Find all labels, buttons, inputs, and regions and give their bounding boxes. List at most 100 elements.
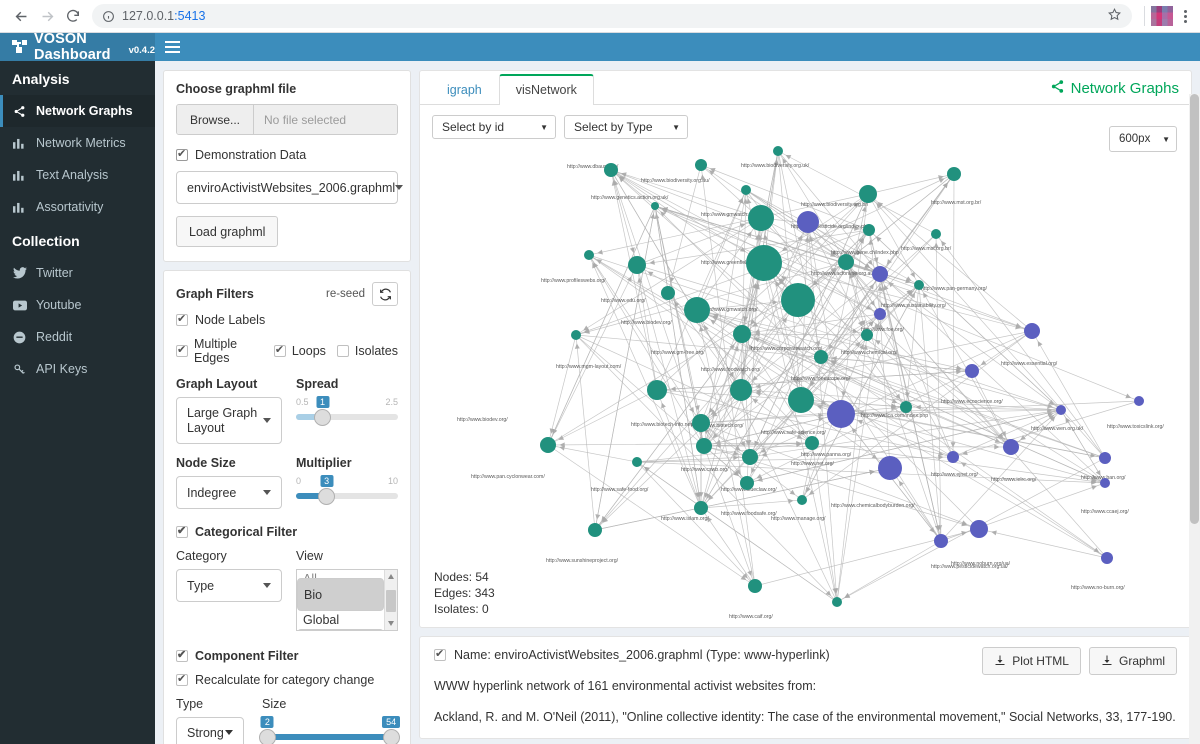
demo-file-select[interactable]: enviroActivistWebsites_2006.graphml	[176, 171, 404, 204]
component-filter-checkbox[interactable]	[176, 648, 188, 662]
network-node[interactable]	[628, 256, 646, 274]
network-node[interactable]	[1101, 552, 1113, 564]
network-node[interactable]	[947, 167, 961, 181]
network-node[interactable]	[694, 501, 708, 515]
component-size-range[interactable]: 2 54	[258, 716, 401, 744]
network-node[interactable]	[1099, 452, 1111, 464]
network-node[interactable]	[741, 185, 751, 195]
network-node[interactable]	[684, 297, 710, 323]
browse-button[interactable]: Browse...	[177, 105, 255, 134]
network-node[interactable]	[900, 401, 912, 413]
network-node[interactable]	[651, 202, 659, 210]
network-node[interactable]	[773, 146, 783, 156]
tab-igraph[interactable]: igraph	[430, 75, 499, 105]
network-node[interactable]	[588, 523, 602, 537]
network-node[interactable]	[1056, 405, 1066, 415]
network-graph-svg[interactable]: http://www.dbaust.org/http://www.genetic…	[421, 106, 1190, 626]
brand-logo-area[interactable]: VOSON Dashboard v0.4.2	[0, 31, 155, 63]
network-node[interactable]	[872, 266, 888, 282]
isolates-checkbox[interactable]	[336, 345, 349, 357]
view-option-global[interactable]: Global	[297, 611, 384, 629]
network-node[interactable]	[1134, 396, 1144, 406]
network-node[interactable]	[970, 520, 988, 538]
categorical-filter-checkbox[interactable]	[176, 524, 188, 538]
category-select[interactable]: Type	[176, 569, 282, 602]
forward-button[interactable]	[34, 3, 60, 29]
star-icon[interactable]	[1107, 7, 1122, 25]
view-option-all[interactable]: All	[297, 570, 384, 578]
network-node[interactable]	[584, 250, 594, 260]
kebab-menu-icon[interactable]	[1179, 9, 1192, 23]
network-node[interactable]	[838, 254, 854, 270]
demonstration-data-checkbox[interactable]	[176, 147, 188, 161]
spread-knob[interactable]	[314, 408, 332, 426]
loops-checkbox[interactable]	[273, 343, 286, 357]
view-scrollbar[interactable]	[384, 570, 397, 630]
load-graphml-button[interactable]: Load graphml	[176, 216, 279, 247]
scroll-down-icon[interactable]	[388, 621, 394, 626]
node-labels-checkbox[interactable]	[176, 312, 188, 326]
loops-group[interactable]: Loops	[273, 343, 326, 358]
network-node[interactable]	[696, 438, 712, 454]
component-size-track[interactable]	[258, 728, 400, 744]
sidebar-item-reddit[interactable]: Reddit	[0, 321, 155, 353]
multiplier-slider[interactable]: 0 10 3	[296, 475, 398, 505]
network-node[interactable]	[740, 476, 754, 490]
sidebar-item-youtube[interactable]: Youtube	[0, 289, 155, 321]
avatar[interactable]	[1151, 6, 1173, 26]
network-node[interactable]	[832, 597, 842, 607]
node-labels-row[interactable]: Node Labels	[176, 312, 398, 327]
network-node[interactable]	[861, 329, 873, 341]
multiple-edges-group[interactable]: Multiple Edges	[176, 337, 263, 365]
network-node[interactable]	[874, 308, 886, 320]
network-node[interactable]	[733, 325, 751, 343]
plot-html-button[interactable]: Plot HTML	[982, 647, 1081, 675]
network-node[interactable]	[827, 400, 855, 428]
multiplier-knob[interactable]	[318, 487, 336, 505]
recalculate-row[interactable]: Recalculate for category change	[176, 672, 398, 687]
network-node[interactable]	[1003, 439, 1019, 455]
sidebar-item-network-graphs[interactable]: Network Graphs	[0, 95, 155, 127]
select-by-id[interactable]: Select by id ▼	[432, 115, 556, 139]
scroll-thumb[interactable]	[386, 590, 396, 612]
network-node[interactable]	[742, 449, 758, 465]
network-node[interactable]	[1024, 323, 1040, 339]
network-node[interactable]	[797, 211, 819, 233]
info-checkbox[interactable]	[434, 647, 446, 661]
sidebar-item-text-analysis[interactable]: Text Analysis	[0, 159, 155, 191]
network-node[interactable]	[863, 224, 875, 236]
component-filter-row[interactable]: Component Filter	[176, 648, 398, 663]
recalculate-checkbox[interactable]	[176, 672, 188, 686]
network-node[interactable]	[730, 379, 752, 401]
network-node[interactable]	[748, 205, 774, 231]
spread-slider[interactable]: 0.5 2.5 1	[296, 396, 398, 426]
graph-layout-select[interactable]: Large Graph Layout	[176, 397, 282, 444]
sidebar-item-api-keys[interactable]: API Keys	[0, 353, 155, 385]
network-node[interactable]	[931, 229, 941, 239]
network-node[interactable]	[647, 380, 667, 400]
demonstration-data-row[interactable]: Demonstration Data	[176, 147, 398, 162]
network-node[interactable]	[571, 330, 581, 340]
view-listbox[interactable]: All Bio Global Toxic	[296, 569, 398, 631]
sidebar-item-assortativity[interactable]: Assortativity	[0, 191, 155, 223]
isolates-group[interactable]: Isolates	[336, 344, 398, 358]
network-node[interactable]	[805, 436, 819, 450]
network-node[interactable]	[661, 286, 675, 300]
network-node[interactable]	[604, 163, 618, 177]
component-type-select[interactable]: Strong	[176, 717, 244, 744]
network-node[interactable]	[797, 495, 807, 505]
graph-height-select[interactable]: 600px ▼	[1109, 126, 1177, 152]
page-scrollbar-thumb[interactable]	[1190, 94, 1199, 524]
network-node[interactable]	[746, 245, 782, 281]
network-canvas[interactable]: http://www.dbaust.org/http://www.genetic…	[421, 106, 1190, 626]
network-node[interactable]	[947, 451, 959, 463]
component-size-knob-high[interactable]	[382, 728, 400, 744]
select-by-type[interactable]: Select by Type ▼	[564, 115, 688, 139]
network-node[interactable]	[965, 364, 979, 378]
network-node[interactable]	[540, 437, 556, 453]
view-option-bio[interactable]: Bio	[297, 578, 384, 611]
component-size-knob-low[interactable]	[258, 728, 276, 744]
network-node[interactable]	[692, 414, 710, 432]
network-node[interactable]	[695, 159, 707, 171]
tab-visnetwork[interactable]: visNetwork	[498, 74, 594, 105]
